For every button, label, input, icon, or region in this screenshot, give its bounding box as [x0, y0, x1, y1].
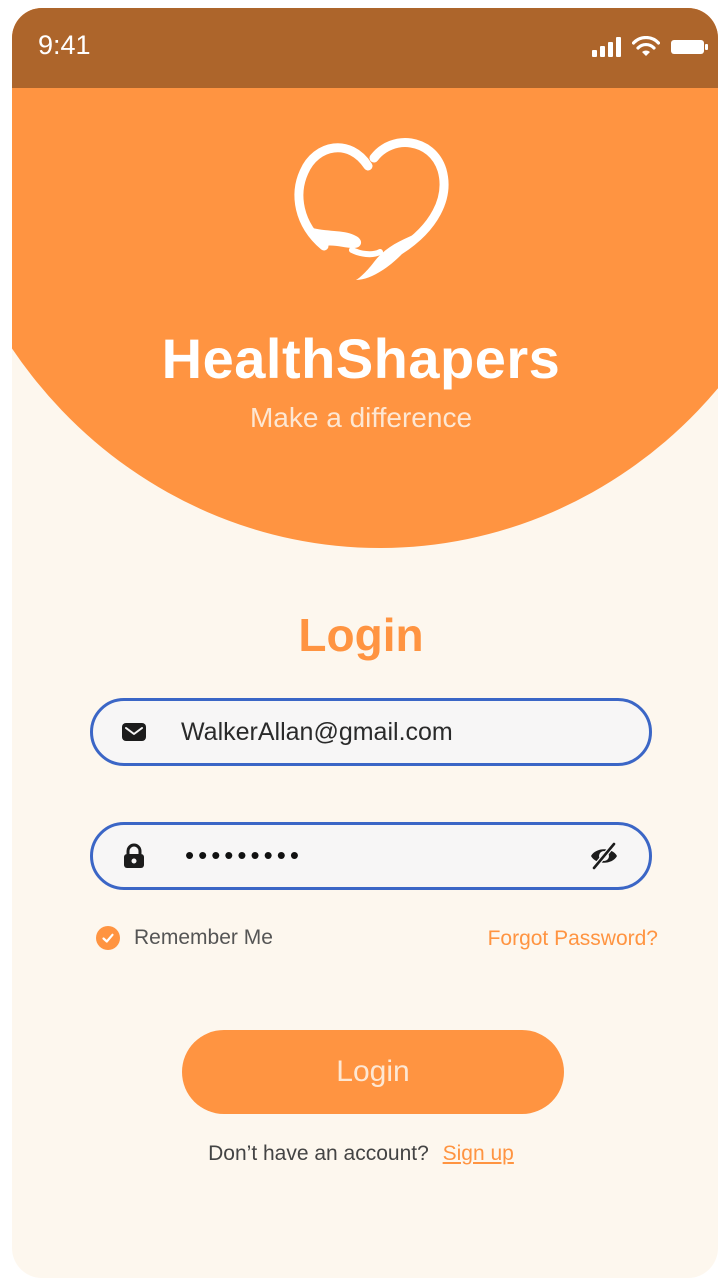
lock-icon [124, 843, 144, 868]
status-icons [592, 36, 710, 58]
mail-icon [122, 723, 146, 741]
heart-hands-logo [294, 138, 449, 280]
login-heading: Login [298, 609, 424, 661]
battery-icon [671, 40, 708, 54]
signal-icon [592, 37, 621, 57]
signup-row: Don’t have an account? Sign up [12, 1142, 718, 1166]
remember-me-label: Remember Me [134, 926, 273, 949]
status-time: 9:41 [38, 30, 91, 60]
email-input[interactable] [181, 701, 581, 763]
status-bar: 9:41 [12, 8, 718, 88]
password-input[interactable]: ••••••••• [185, 839, 303, 871]
signup-link[interactable]: Sign up [443, 1142, 514, 1165]
checkmark-icon [96, 926, 120, 950]
wifi-icon [632, 36, 660, 56]
forgot-password-link[interactable]: Forgot Password? [488, 927, 658, 951]
phone-frame: 9:41 HealthShapers Make a difference Log… [12, 8, 718, 1278]
remember-me-checkbox[interactable]: Remember Me [96, 926, 273, 950]
eye-off-icon[interactable] [589, 841, 619, 871]
email-field[interactable] [90, 698, 652, 766]
signup-prompt: Don’t have an account? [208, 1142, 429, 1165]
login-button[interactable]: Login [182, 1030, 564, 1114]
brand-name: HealthShapers [161, 327, 561, 390]
password-field[interactable]: ••••••••• [90, 822, 652, 890]
tagline: Make a difference [249, 402, 473, 433]
